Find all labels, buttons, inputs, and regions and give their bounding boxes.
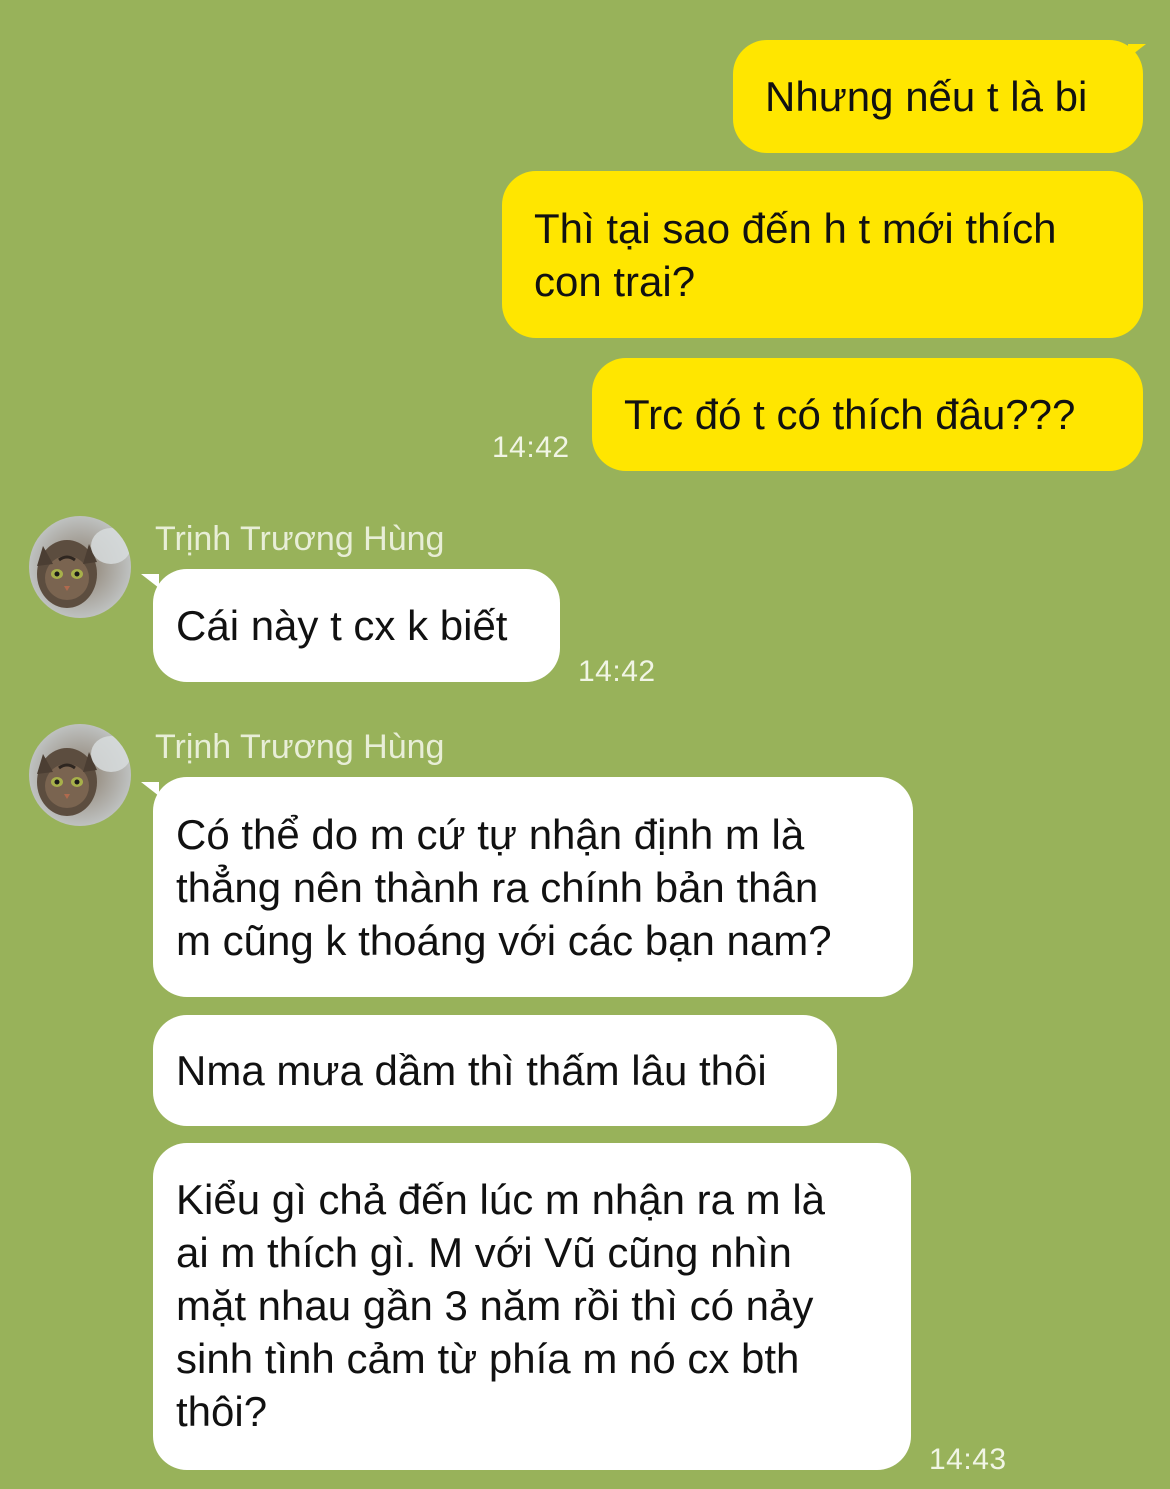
outgoing-message[interactable]: Nhưng nếu t là bi: [733, 40, 1143, 153]
sender-avatar[interactable]: [29, 516, 131, 618]
incoming-message[interactable]: Cái này t cx k biết: [153, 569, 560, 682]
outgoing-message[interactable]: Thì tại sao đến h t mới thích con trai?: [502, 171, 1143, 338]
sender-name: Trịnh Trương Hùng: [155, 728, 445, 766]
outgoing-bubble-tail: [1128, 44, 1146, 58]
incoming-message[interactable]: Có thể do m cứ tự nhận định m là thẳng n…: [153, 777, 913, 997]
chat-area: Nhưng nếu t là bi Thì tại sao đến h t mớ…: [0, 0, 1170, 1489]
incoming-message[interactable]: Kiểu gì chả đến lúc m nhận ra m là ai m …: [153, 1143, 911, 1470]
incoming-message[interactable]: Nma mưa dầm thì thấm lâu thôi: [153, 1015, 837, 1126]
message-timestamp: 14:42: [492, 431, 570, 464]
incoming-bubble-tail: [141, 574, 159, 588]
cat-avatar-icon: [29, 516, 131, 618]
message-timestamp: 14:42: [578, 655, 656, 688]
sender-name: Trịnh Trương Hùng: [155, 520, 445, 558]
message-timestamp: 14:43: [929, 1443, 1007, 1476]
incoming-bubble-tail: [141, 782, 159, 796]
outgoing-message[interactable]: Trc đó t có thích đâu???: [592, 358, 1143, 471]
sender-avatar[interactable]: [29, 724, 131, 826]
cat-avatar-icon: [29, 724, 131, 826]
